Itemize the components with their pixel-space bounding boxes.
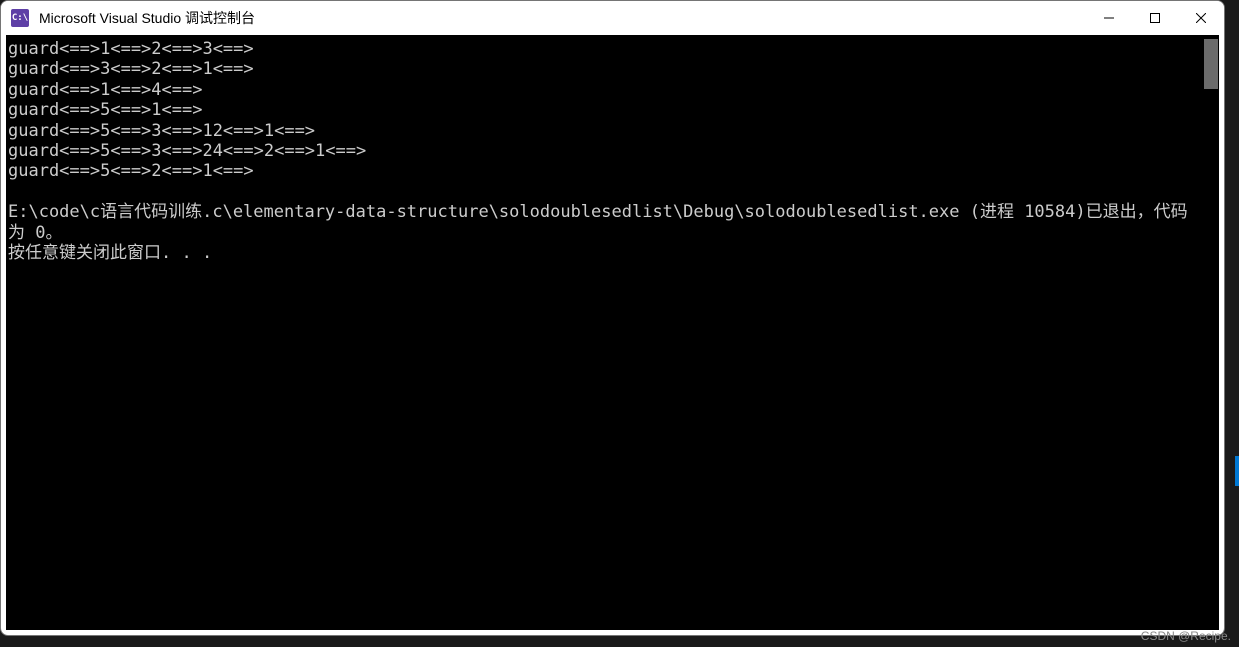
watermark: CSDN @Recipe.: [1141, 629, 1231, 643]
scrollbar-thumb[interactable]: [1204, 39, 1218, 89]
close-icon: [1196, 13, 1206, 23]
scrollbar-track[interactable]: [1203, 35, 1219, 630]
minimize-icon: [1104, 13, 1114, 23]
close-button[interactable]: [1178, 1, 1224, 35]
maximize-button[interactable]: [1132, 1, 1178, 35]
minimize-button[interactable]: [1086, 1, 1132, 35]
console-window: C:\ Microsoft Visual Studio 调试控制台 gu: [0, 0, 1225, 636]
accent-bar: [1235, 456, 1239, 486]
titlebar[interactable]: C:\ Microsoft Visual Studio 调试控制台: [1, 1, 1224, 35]
app-icon: C:\: [11, 9, 29, 27]
console-output: guard<==>1<==>2<==>3<==> guard<==>3<==>2…: [8, 39, 1217, 263]
maximize-icon: [1150, 13, 1160, 23]
window-title: Microsoft Visual Studio 调试控制台: [39, 8, 1086, 28]
console-area[interactable]: guard<==>1<==>2<==>3<==> guard<==>3<==>2…: [6, 35, 1219, 630]
window-controls: [1086, 1, 1224, 35]
